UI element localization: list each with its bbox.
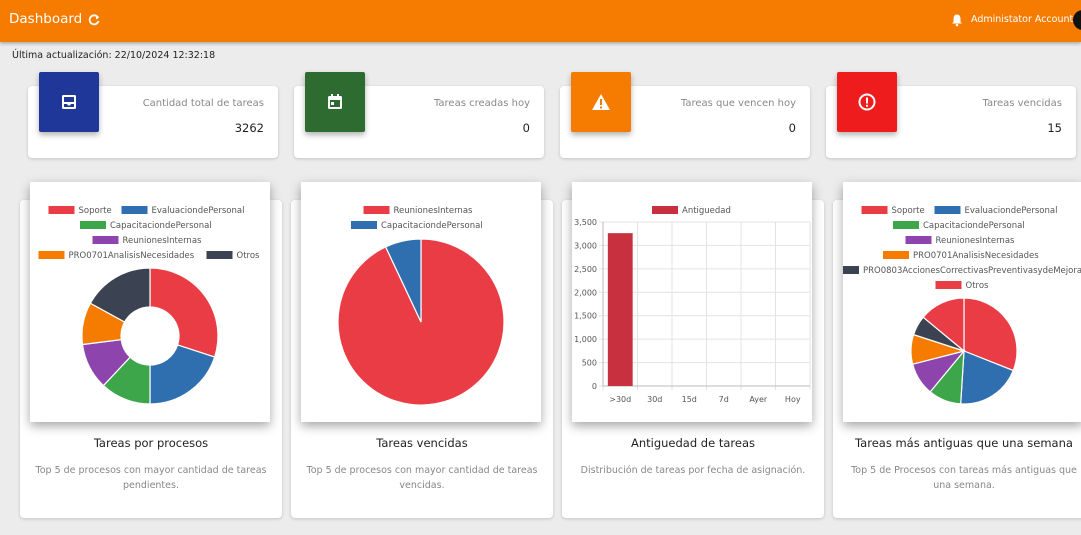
- stat-label: Cantidad total de tareas: [142, 98, 264, 109]
- top-bar: Dashboard Administator Account: [0, 0, 1081, 42]
- panel-description: Top 5 de procesos con mayor cantidad de …: [306, 465, 538, 491]
- inbox-tray-icon: [39, 72, 99, 132]
- legend-swatch[interactable]: [934, 206, 961, 214]
- legend-label[interactable]: Soporte: [892, 206, 925, 216]
- chart-tasks-by-process: Soporte EvaluaciondePersonal Capacitaciond…: [30, 182, 270, 422]
- avatar[interactable]: [1073, 10, 1081, 30]
- x-tick-label: Hoy: [785, 395, 801, 404]
- legend-label[interactable]: ReunionesInternas: [936, 236, 1016, 246]
- legend-swatch[interactable]: [652, 206, 678, 214]
- legend-label[interactable]: Antiguedad: [682, 206, 731, 216]
- bar-chart: Antiguedad 0 500 1,000 1,500 2,000 2,500 3,000 3…: [574, 206, 811, 404]
- legend-label[interactable]: ReunionesInternas: [394, 206, 474, 216]
- refresh-icon[interactable]: [87, 13, 101, 27]
- legend-swatch[interactable]: [935, 281, 962, 289]
- y-tick-label: 2,000: [574, 288, 597, 297]
- x-tick-label: 30d: [647, 395, 662, 404]
- legend-swatch[interactable]: [893, 221, 919, 229]
- legend-label[interactable]: CapacitaciondePersonal: [110, 221, 212, 231]
- pie-chart: Soporte EvaluaciondePersonal Capacitaciond…: [843, 206, 1081, 405]
- pie-chart: ReunionesInternas CapacitaciondePersonal: [337, 206, 505, 406]
- legend-label[interactable]: EvaluaciondePersonal: [152, 206, 245, 216]
- stat-value: 0: [522, 121, 530, 135]
- bell-icon[interactable]: [951, 13, 963, 27]
- x-tick-label: 15d: [682, 395, 697, 404]
- panel-description: Top 5 de procesos con mayor cantidad de …: [35, 465, 267, 491]
- legend-swatch[interactable]: [48, 206, 75, 214]
- chart-older-than-week: Soporte EvaluaciondePersonal Capacitaciond…: [843, 182, 1081, 422]
- y-tick-label: 0: [592, 382, 597, 391]
- legend-label[interactable]: Otros: [966, 281, 990, 291]
- legend-label[interactable]: CapacitaciondePersonal: [923, 221, 1025, 231]
- y-tick-label: 3,000: [574, 241, 597, 250]
- legend-label[interactable]: Otros: [237, 251, 261, 261]
- legend-label[interactable]: ReunionesInternas: [123, 236, 203, 246]
- x-tick-label: >30d: [609, 395, 631, 404]
- legend-label[interactable]: Soporte: [79, 206, 112, 216]
- y-tick-label: 2,500: [574, 265, 597, 274]
- legend-label[interactable]: CapacitaciondePersonal: [381, 221, 483, 231]
- legend-label[interactable]: PRO0701AnalisisNecesidades: [69, 251, 195, 261]
- legend-swatch[interactable]: [38, 251, 65, 259]
- legend-swatch[interactable]: [121, 206, 148, 214]
- legend-swatch[interactable]: [206, 251, 233, 259]
- legend-swatch[interactable]: [861, 206, 888, 214]
- last-update-text: Última actualización: 22/10/2024 12:32:1…: [12, 50, 216, 61]
- pie-slice-1[interactable]: [149, 344, 216, 405]
- stat-label: Tareas creadas hoy: [433, 98, 530, 109]
- page-title: Dashboard: [9, 11, 83, 27]
- legend-swatch[interactable]: [351, 221, 377, 229]
- y-tick-label: 1,500: [574, 312, 597, 321]
- chart-overdue-tasks: ReunionesInternas CapacitaciondePersonal: [301, 182, 541, 422]
- panel-title: Antiguedad de tareas: [630, 436, 755, 450]
- stat-value: 0: [788, 121, 796, 135]
- legend-swatch[interactable]: [883, 251, 909, 259]
- legend-swatch[interactable]: [843, 266, 859, 274]
- panel-description: Distribución de tareas por fecha de asig…: [580, 465, 806, 476]
- legend-swatch[interactable]: [363, 206, 390, 214]
- panel-title: Tareas más antiguas que una semana: [855, 436, 1073, 450]
- doughnut-chart: Soporte EvaluaciondePersonal Capacitaciond…: [38, 206, 261, 405]
- calendar-icon: [305, 72, 365, 132]
- x-tick-label: 7d: [719, 395, 729, 404]
- pie-slice-0[interactable]: [149, 267, 219, 358]
- legend-label[interactable]: PRO0803AccionesCorrectivasPreventivasyde…: [863, 266, 1081, 276]
- account-menu[interactable]: Administator Account: [971, 14, 1073, 25]
- y-tick-label: 500: [582, 359, 597, 368]
- panel-title: Tareas vencidas: [376, 436, 468, 450]
- alert-circle-icon: [837, 72, 897, 132]
- y-tick-label: 1,000: [574, 335, 597, 344]
- legend-swatch[interactable]: [92, 236, 119, 244]
- legend-label[interactable]: EvaluaciondePersonal: [965, 206, 1058, 216]
- warning-icon: [571, 72, 631, 132]
- legend-swatch[interactable]: [905, 236, 932, 244]
- chart-task-age: Antiguedad 0 500 1,000 1,500 2,000 2,500 3,000 3…: [572, 182, 812, 422]
- legend-swatch[interactable]: [80, 221, 106, 229]
- stat-label: Tareas que vencen hoy: [680, 98, 796, 109]
- stat-value: 15: [1047, 121, 1062, 135]
- panel-description: Top 5 de Procesos con tareas más antigua…: [851, 465, 1077, 491]
- stat-label: Tareas vencidas: [982, 98, 1062, 109]
- stat-value: 3262: [234, 121, 264, 135]
- legend-label[interactable]: PRO0701AnalisisNecesidades: [913, 251, 1039, 261]
- bar-0[interactable]: [607, 233, 633, 386]
- panel-title: Tareas por procesos: [93, 436, 209, 450]
- x-tick-label: Ayer: [749, 395, 768, 404]
- y-tick-label: 3,500: [574, 218, 597, 227]
